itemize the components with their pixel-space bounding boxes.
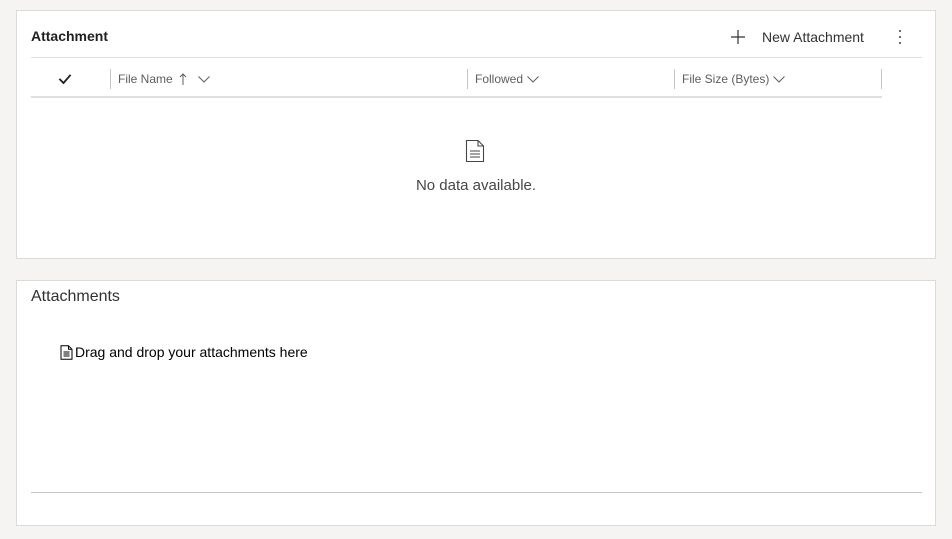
chevron-down-icon[interactable] xyxy=(526,74,540,84)
column-header-label: File Name xyxy=(118,72,173,86)
attachments-divider xyxy=(31,492,922,493)
column-header-label: File Size (Bytes) xyxy=(682,72,770,86)
new-attachment-label: New Attachment xyxy=(762,29,864,45)
attachments-section: Attachments Drag and drop your attachmen… xyxy=(16,280,936,526)
sort-ascending-icon xyxy=(179,73,187,85)
column-separator xyxy=(881,69,882,89)
document-icon xyxy=(60,344,73,360)
column-separator xyxy=(674,69,675,89)
column-separator xyxy=(110,69,111,89)
subgrid-title: Attachment xyxy=(31,28,109,44)
attachments-title: Attachments xyxy=(31,288,120,305)
select-all-checkmark-icon[interactable] xyxy=(58,72,72,86)
column-separator xyxy=(467,69,468,89)
dropzone-label: Drag and drop your attachments here xyxy=(75,344,308,360)
attachment-subgrid: Attachment New Attachment File Name Foll… xyxy=(16,10,936,259)
new-attachment-button[interactable]: New Attachment xyxy=(730,25,864,49)
chevron-down-icon[interactable] xyxy=(772,74,786,84)
column-header-followed[interactable]: Followed xyxy=(475,70,540,88)
column-header-label: Followed xyxy=(475,72,524,86)
empty-state-message: No data available. xyxy=(415,177,537,194)
attachments-dropzone[interactable]: Drag and drop your attachments here xyxy=(60,343,308,361)
more-vertical-icon xyxy=(898,29,902,45)
column-header-file-size[interactable]: File Size (Bytes) xyxy=(682,70,786,88)
more-commands-button[interactable] xyxy=(893,26,907,48)
grid-header-underline xyxy=(31,96,882,98)
grid-header: File Name Followed File Size (Bytes) xyxy=(31,67,882,97)
document-icon xyxy=(465,139,485,163)
chevron-down-icon[interactable] xyxy=(197,74,211,84)
column-header-file-name[interactable]: File Name xyxy=(118,70,211,88)
plus-icon xyxy=(731,30,745,44)
header-divider xyxy=(31,57,922,58)
